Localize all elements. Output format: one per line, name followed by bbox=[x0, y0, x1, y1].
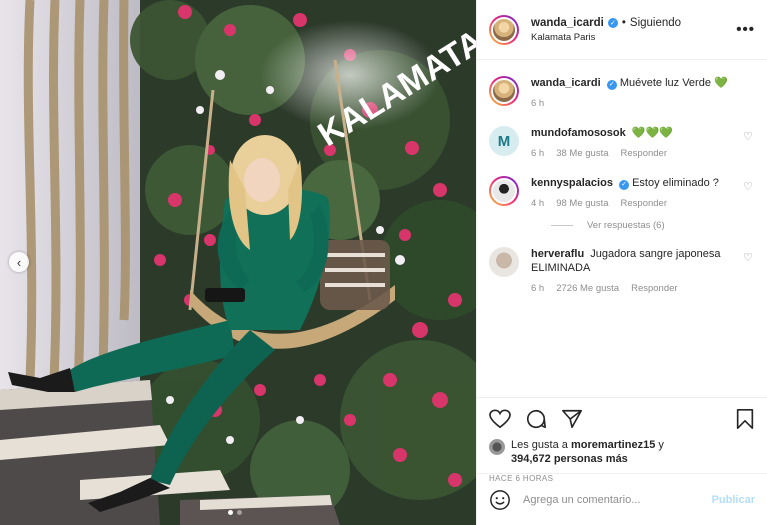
slide-dot bbox=[237, 510, 242, 515]
caption: wanda_icardi ✓ Muévete luz Verde 💚 6 h bbox=[489, 76, 755, 109]
instagram-post: KALAMATA ‹ wanda_icardi ✓ • Siguiendo Ka… bbox=[0, 0, 767, 525]
comment-likes[interactable]: 2726 Me gusta bbox=[556, 283, 619, 294]
commenter-avatar[interactable] bbox=[489, 176, 519, 206]
comment-likes[interactable]: 98 Me gusta bbox=[556, 198, 608, 209]
verified-badge-icon: ✓ bbox=[606, 80, 617, 90]
author-username[interactable]: wanda_icardi bbox=[531, 17, 604, 29]
liker-avatar bbox=[489, 439, 505, 455]
likes-prefix: Les gusta a bbox=[511, 439, 568, 451]
add-comment-input[interactable] bbox=[523, 493, 712, 506]
previous-slide-button[interactable]: ‹ bbox=[9, 252, 29, 272]
photo-illustration: KALAMATA bbox=[0, 0, 476, 525]
comment-time[interactable]: 6 h bbox=[531, 283, 544, 294]
comment-item: M mundofamososok 💚💚💚 6 h 38 Me gusta Res… bbox=[489, 126, 755, 159]
emoji-smiley-icon[interactable] bbox=[489, 489, 511, 511]
replies-line bbox=[551, 225, 573, 226]
reply-button[interactable]: Responder bbox=[621, 198, 667, 209]
separator-dot: • bbox=[621, 16, 626, 29]
like-heart-icon[interactable] bbox=[489, 409, 511, 429]
likes-count[interactable]: 394,672 personas más bbox=[511, 453, 628, 465]
verified-badge-icon: ✓ bbox=[619, 180, 629, 190]
view-replies-label[interactable]: Ver respuestas (6) bbox=[587, 220, 665, 231]
add-comment-bar: Publicar bbox=[477, 473, 767, 525]
verified-badge-icon: ✓ bbox=[607, 17, 618, 28]
follow-status-button[interactable]: Siguiendo bbox=[630, 17, 681, 29]
publish-button[interactable]: Publicar bbox=[712, 494, 755, 506]
like-comment-heart-icon[interactable]: ♡ bbox=[743, 130, 755, 159]
post-location[interactable]: Kalamata Paris bbox=[531, 32, 736, 43]
comment-text: Estoy eliminado ? bbox=[632, 177, 719, 189]
post-photo[interactable]: KALAMATA ‹ bbox=[0, 0, 476, 525]
post-side-panel: wanda_icardi ✓ • Siguiendo Kalamata Pari… bbox=[476, 0, 767, 525]
commenter-avatar[interactable] bbox=[489, 247, 519, 277]
view-replies-button[interactable]: Ver respuestas (6) bbox=[551, 220, 755, 231]
more-options-icon[interactable]: ••• bbox=[736, 21, 755, 38]
save-bookmark-icon[interactable] bbox=[735, 408, 755, 430]
commenter-username[interactable]: mundofamososok bbox=[531, 127, 626, 139]
liker-username[interactable]: moremartinez15 bbox=[571, 439, 655, 451]
comment-time[interactable]: 4 h bbox=[531, 198, 544, 209]
post-header: wanda_icardi ✓ • Siguiendo Kalamata Pari… bbox=[477, 0, 767, 60]
like-comment-heart-icon[interactable]: ♡ bbox=[743, 251, 755, 294]
reply-button[interactable]: Responder bbox=[631, 283, 677, 294]
comment-likes[interactable]: 38 Me gusta bbox=[556, 148, 608, 159]
commenter-avatar[interactable]: M bbox=[489, 126, 519, 156]
comment-time[interactable]: 6 h bbox=[531, 148, 544, 159]
slide-dot bbox=[228, 510, 233, 515]
comment-item: kennyspalacios ✓ Estoy eliminado ? 4 h 9… bbox=[489, 176, 755, 209]
comment-text: Muévete luz Verde bbox=[619, 77, 711, 89]
chevron-left-icon: ‹ bbox=[16, 254, 22, 270]
comment-bubble-icon[interactable] bbox=[525, 408, 547, 430]
commenter-username[interactable]: wanda_icardi bbox=[531, 77, 601, 89]
commenter-username[interactable]: herveraflu bbox=[531, 248, 584, 260]
green-heart-emoji: 💚 bbox=[714, 77, 728, 89]
reply-button[interactable]: Responder bbox=[621, 148, 667, 159]
author-avatar[interactable] bbox=[489, 14, 519, 45]
commenter-username[interactable]: kennyspalacios bbox=[531, 177, 613, 189]
share-paper-plane-icon[interactable] bbox=[561, 408, 583, 430]
slide-indicator bbox=[228, 510, 242, 515]
likes-summary[interactable]: Les gusta a moremartinez15 y 394,672 per… bbox=[489, 438, 755, 466]
green-hearts-emoji: 💚💚💚 bbox=[631, 127, 673, 139]
like-comment-heart-icon[interactable]: ♡ bbox=[743, 180, 755, 209]
likes-mid: y bbox=[658, 439, 664, 451]
comment-time[interactable]: 6 h bbox=[531, 98, 544, 109]
comment-item: herveraflu Jugadora sangre japonesa ELIM… bbox=[489, 247, 755, 294]
comments-list: wanda_icardi ✓ Muévete luz Verde 💚 6 h M… bbox=[477, 60, 767, 397]
commenter-avatar[interactable] bbox=[489, 76, 519, 106]
